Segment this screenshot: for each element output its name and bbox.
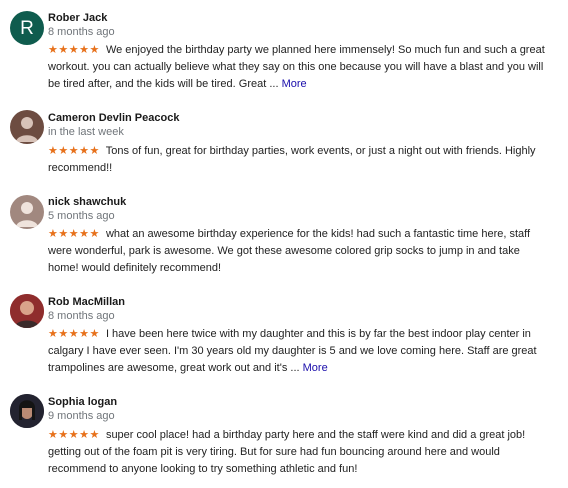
review-time: 8 months ago (48, 26, 115, 38)
review-time: 9 months ago (48, 410, 115, 422)
review-text: I have been here twice with my daughter … (48, 328, 537, 374)
avatar[interactable] (10, 110, 44, 144)
reviewer-name[interactable]: Cameron Devlin Peacock (48, 111, 179, 125)
review-time: in the last week (48, 126, 124, 138)
review-body: ★★★★★ what an awesome birthday experienc… (48, 226, 548, 277)
avatar-letter: R (20, 17, 34, 39)
avatar[interactable] (10, 195, 44, 229)
review-body: ★★★★★ We enjoyed the birthday party we p… (48, 42, 548, 93)
avatar[interactable] (10, 294, 44, 328)
review-body: ★★★★★ Tons of fun, great for birthday pa… (48, 143, 548, 177)
star-rating: ★★★★★ (48, 228, 100, 240)
person-silhouette-icon (16, 117, 38, 142)
review-text: super cool place! had a birthday party h… (48, 429, 526, 475)
person-photo-icon (10, 394, 44, 428)
review-time: 5 months ago (48, 210, 115, 222)
review-time: 8 months ago (48, 310, 115, 322)
star-rating: ★★★★★ (48, 328, 100, 340)
review-text: Tons of fun, great for birthday parties,… (48, 145, 536, 174)
person-silhouette-icon (16, 202, 38, 227)
reviewer-name[interactable]: Sophia logan (48, 395, 117, 409)
star-rating: ★★★★★ (48, 44, 100, 56)
avatar[interactable] (10, 394, 44, 428)
avatar[interactable]: R (10, 11, 44, 45)
reviewer-name[interactable]: nick shawchuk (48, 195, 126, 209)
more-link[interactable]: More (282, 78, 307, 90)
review-list: R Rober Jack 8 months ago ★★★★★ We enjoy… (0, 0, 568, 488)
star-rating: ★★★★★ (48, 429, 100, 441)
reviewer-name[interactable]: Rob MacMillan (48, 295, 125, 309)
review-body: ★★★★★ super cool place! had a birthday p… (48, 427, 548, 478)
review-body: ★★★★★ I have been here twice with my dau… (48, 326, 548, 377)
star-rating: ★★★★★ (48, 145, 100, 157)
review-text: what an awesome birthday experience for … (48, 228, 531, 274)
person-photo-icon (10, 294, 44, 328)
more-link[interactable]: More (303, 362, 328, 374)
reviewer-name[interactable]: Rober Jack (48, 11, 107, 25)
